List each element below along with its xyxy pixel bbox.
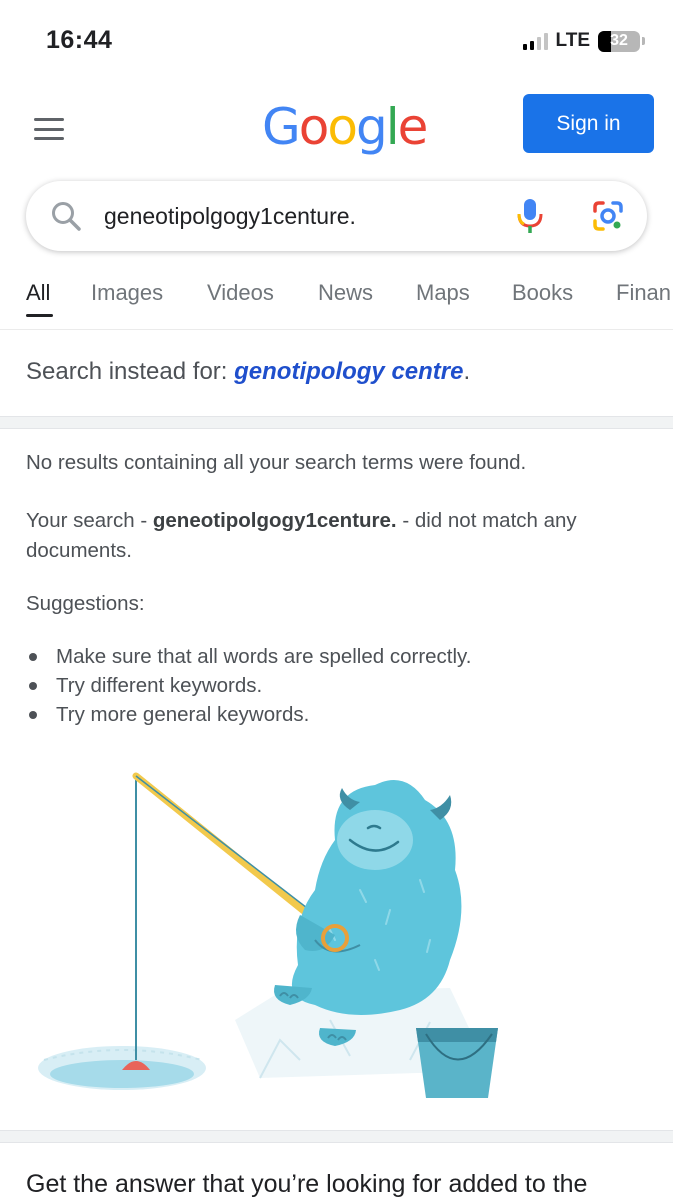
suggestions-list: Make sure that all words are spelled cor… bbox=[26, 642, 472, 729]
logo-letter: o bbox=[298, 98, 330, 156]
tab-videos[interactable]: Videos bbox=[207, 280, 274, 306]
active-tab-indicator bbox=[26, 314, 53, 317]
section-divider bbox=[0, 1130, 673, 1143]
list-item: Try more general keywords. bbox=[26, 700, 472, 729]
search-box bbox=[26, 181, 647, 251]
battery-nub bbox=[642, 37, 645, 45]
tab-images[interactable]: Images bbox=[91, 280, 163, 306]
logo-letter: g bbox=[355, 98, 388, 156]
tab-books[interactable]: Books bbox=[512, 280, 573, 306]
spelling-suggestion-link[interactable]: genotipology centre bbox=[234, 358, 463, 385]
list-item: Make sure that all words are spelled cor… bbox=[26, 642, 472, 671]
list-item: Try different keywords. bbox=[26, 671, 472, 700]
your-search-prefix: Your search - bbox=[26, 509, 153, 532]
sign-in-button[interactable]: Sign in bbox=[523, 94, 654, 153]
logo-letter: o bbox=[327, 98, 358, 156]
menu-icon[interactable] bbox=[34, 118, 64, 140]
battery-icon: 32 bbox=[598, 30, 640, 52]
battery-percent: 32 bbox=[610, 32, 628, 49]
feedback-prompt: Get the answer that you’re looking for a… bbox=[26, 1170, 588, 1198]
status-bar: 16:44 LTE 32 bbox=[0, 0, 673, 80]
tab-maps[interactable]: Maps bbox=[416, 280, 470, 306]
search-icon[interactable] bbox=[50, 200, 82, 232]
search-instead-suffix: . bbox=[463, 358, 471, 385]
tab-finance[interactable]: Finan bbox=[616, 280, 671, 306]
tab-news[interactable]: News bbox=[318, 280, 373, 306]
mic-icon[interactable] bbox=[516, 197, 544, 235]
search-input[interactable] bbox=[104, 199, 494, 233]
network-label: LTE bbox=[555, 30, 590, 51]
status-indicators: LTE 32 bbox=[522, 30, 645, 52]
status-time: 16:44 bbox=[46, 26, 113, 54]
lens-icon[interactable] bbox=[592, 200, 624, 232]
fishing-yeti-illustration bbox=[38, 772, 498, 1098]
search-query: geneotipolgogy1centure. bbox=[152, 509, 397, 532]
google-logo[interactable]: Google bbox=[262, 98, 429, 156]
header: Google Sign in bbox=[0, 80, 673, 175]
your-search-message: Your search - geneotipolgogy1centure. - … bbox=[26, 506, 656, 566]
logo-letter: l bbox=[385, 98, 400, 156]
tab-all[interactable]: All bbox=[26, 280, 50, 306]
search-instead-prefix: Search instead for: bbox=[26, 358, 235, 385]
no-results-message: No results containing all your search te… bbox=[26, 451, 527, 474]
signal-icon bbox=[522, 32, 548, 50]
logo-letter: G bbox=[262, 98, 301, 156]
section-divider bbox=[0, 416, 673, 429]
search-instead: Search instead for: genotipology centre. bbox=[26, 358, 470, 386]
search-tabs: All Images Videos News Maps Books Finan bbox=[0, 278, 673, 330]
suggestions-label: Suggestions: bbox=[26, 592, 145, 615]
logo-letter: e bbox=[397, 98, 429, 156]
